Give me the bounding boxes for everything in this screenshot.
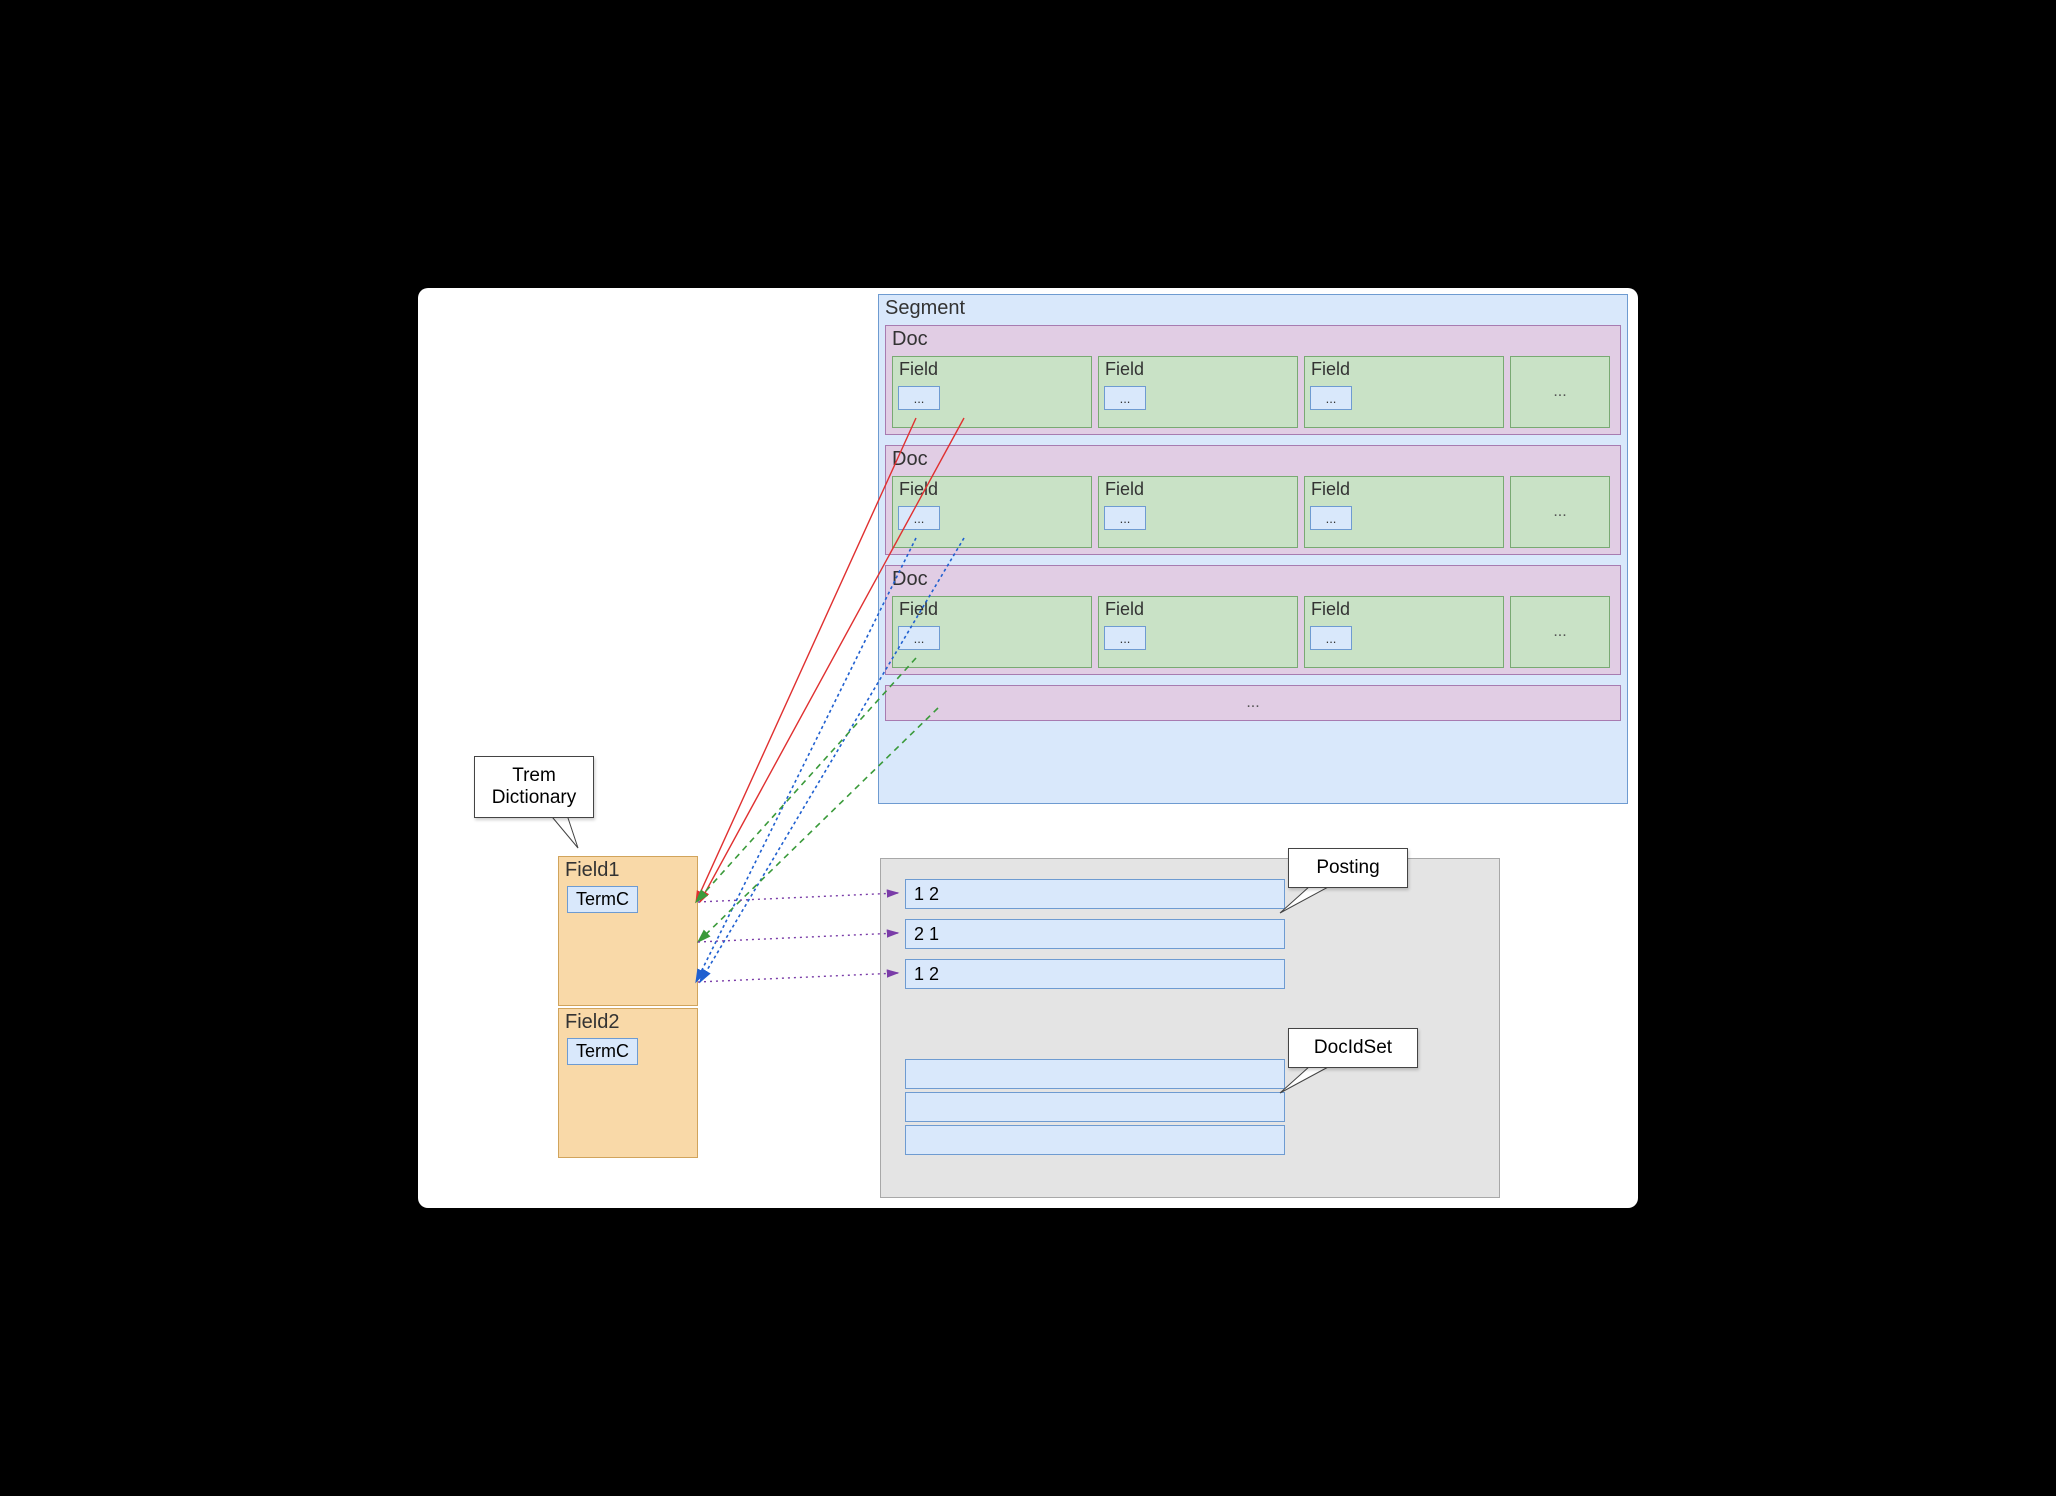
term-more: ... [1310, 386, 1352, 410]
dict-field1: Field1 TermA TermB TermC [558, 856, 698, 1006]
field-box: Field TermTerm... [1098, 476, 1298, 548]
field-label: Field [893, 597, 1091, 622]
docidset-row [905, 1125, 1285, 1155]
doc-label: Doc [886, 326, 1620, 353]
term-more: ... [1310, 626, 1352, 650]
term-more: ... [1104, 386, 1146, 410]
doc-box: Doc Field TermTerm... Field TermTerm... … [885, 565, 1621, 675]
field-label: Field [1305, 597, 1503, 622]
diagram-canvas: Segment Doc Field TermTerm... Field Term… [418, 288, 1638, 1208]
doc-label: Doc [886, 566, 1620, 593]
field-box: Field TermTerm... [892, 596, 1092, 668]
term-more: ... [898, 386, 940, 410]
field-more: ... [1510, 596, 1610, 668]
dict-field1-label: Field1 [559, 857, 697, 884]
term-more: ... [1104, 506, 1146, 530]
field-label: Field [1305, 357, 1503, 382]
callout-trem-dictionary: Trem Dictionary [474, 756, 594, 818]
term-more: ... [898, 506, 940, 530]
doc-more: ... [885, 685, 1621, 721]
field-box: Field TermTerm... [892, 476, 1092, 548]
posting-row: 1 2 [905, 879, 1285, 909]
callout-posting: Posting [1288, 848, 1408, 888]
field-label: Field [1099, 477, 1297, 502]
posting-row: 2 1 [905, 919, 1285, 949]
term-more: ... [1104, 626, 1146, 650]
field-more: ... [1510, 356, 1610, 428]
callout-docidset: DocIdSet [1288, 1028, 1418, 1068]
field-box: Field TermTerm... [892, 356, 1092, 428]
docidset-row [905, 1092, 1285, 1122]
field-label: Field [1099, 597, 1297, 622]
dict-field2: Field2 TermA TermB TermC [558, 1008, 698, 1158]
field-box: Field TermTerm... [1098, 356, 1298, 428]
field-box: Field TermTerm... [1304, 356, 1504, 428]
dict-field2-label: Field2 [559, 1009, 697, 1036]
field-label: Field [893, 357, 1091, 382]
field-label: Field [893, 477, 1091, 502]
doc-box: Doc Field TermTerm... Field TermTerm... … [885, 445, 1621, 555]
field-more: ... [1510, 476, 1610, 548]
field-box: Field TermTerm... [1304, 476, 1504, 548]
field-label: Field [1305, 477, 1503, 502]
dict-term: TermC [567, 1038, 638, 1065]
field-label: Field [1099, 357, 1297, 382]
field-box: Field TermTerm... [1304, 596, 1504, 668]
posting-row: 1 2 [905, 959, 1285, 989]
term-more: ... [1310, 506, 1352, 530]
segment-label: Segment [879, 295, 1627, 322]
doc-label: Doc [886, 446, 1620, 473]
docidset-row [905, 1059, 1285, 1089]
dict-term: TermC [567, 886, 638, 913]
term-more: ... [898, 626, 940, 650]
field-box: Field TermTerm... [1098, 596, 1298, 668]
doc-box: Doc Field TermTerm... Field TermTerm... … [885, 325, 1621, 435]
segment-box: Segment Doc Field TermTerm... Field Term… [878, 294, 1628, 804]
